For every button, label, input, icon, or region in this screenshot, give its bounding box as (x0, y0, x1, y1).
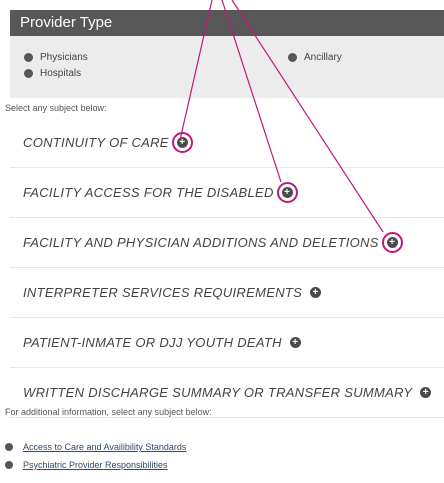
subject-label: INTERPRETER SERVICES REQUIREMENTS (23, 285, 303, 300)
radio-label: Hospitals (40, 68, 82, 79)
select-subject-prompt: Select any subject below: (5, 103, 107, 113)
radio-hospitals[interactable]: Hospitals (24, 68, 81, 79)
link-access-to-care[interactable]: Access to Care and Availibility Standard… (23, 442, 186, 452)
radio-dot-icon (288, 53, 297, 62)
subject-row-continuity-of-care[interactable]: CONTINUITY OF CARE + (10, 118, 444, 168)
bullet-dot-icon (5, 461, 13, 469)
subject-row-facility-access[interactable]: FACILITY ACCESS FOR THE DISABLED + (10, 168, 444, 218)
subject-label: PATIENT-INMATE OR DJJ YOUTH DEATH (23, 335, 282, 350)
subject-list: CONTINUITY OF CARE + FACILITY ACCESS FOR… (10, 118, 444, 418)
radio-label: Ancillary (304, 52, 342, 63)
radio-dot-icon (24, 69, 33, 78)
additional-info-prompt: For additional information, select any s… (5, 407, 212, 417)
subject-label: FACILITY AND PHYSICIAN ADDITIONS AND DEL… (23, 235, 379, 250)
provider-type-radio-group: Physicians Ancillary Hospitals (10, 36, 444, 98)
plus-circle-icon[interactable]: + (381, 232, 403, 253)
subject-label: WRITTEN DISCHARGE SUMMARY OR TRANSFER SU… (23, 385, 413, 400)
plus-circle-icon[interactable]: + (171, 132, 193, 153)
plus-circle-icon[interactable]: + (289, 337, 301, 348)
subject-row-patient-inmate[interactable]: PATIENT-INMATE OR DJJ YOUTH DEATH + (10, 318, 444, 368)
link-row-psychiatric-provider: Psychiatric Provider Responsibilities (5, 460, 168, 470)
radio-ancillary[interactable]: Ancillary (288, 52, 342, 63)
link-row-access-to-care: Access to Care and Availibility Standard… (5, 442, 186, 452)
plus-circle-icon[interactable]: + (420, 387, 432, 398)
radio-dot-icon (24, 53, 33, 62)
radio-label: Physicians (40, 52, 88, 63)
subject-label: FACILITY ACCESS FOR THE DISABLED (23, 185, 274, 200)
radio-physicians[interactable]: Physicians (24, 52, 88, 63)
subject-row-interpreter-services[interactable]: INTERPRETER SERVICES REQUIREMENTS + (10, 268, 444, 318)
bullet-dot-icon (5, 443, 13, 451)
provider-panel: Provider Type Physicians Ancillary Hospi… (0, 0, 444, 483)
plus-circle-icon[interactable]: + (276, 182, 298, 203)
link-psychiatric-provider[interactable]: Psychiatric Provider Responsibilities (23, 460, 168, 470)
plus-circle-icon[interactable]: + (310, 287, 322, 298)
panel-title: Provider Type (10, 10, 444, 36)
subject-label: CONTINUITY OF CARE (23, 135, 169, 150)
subject-row-facility-physician-additions[interactable]: FACILITY AND PHYSICIAN ADDITIONS AND DEL… (10, 218, 444, 268)
